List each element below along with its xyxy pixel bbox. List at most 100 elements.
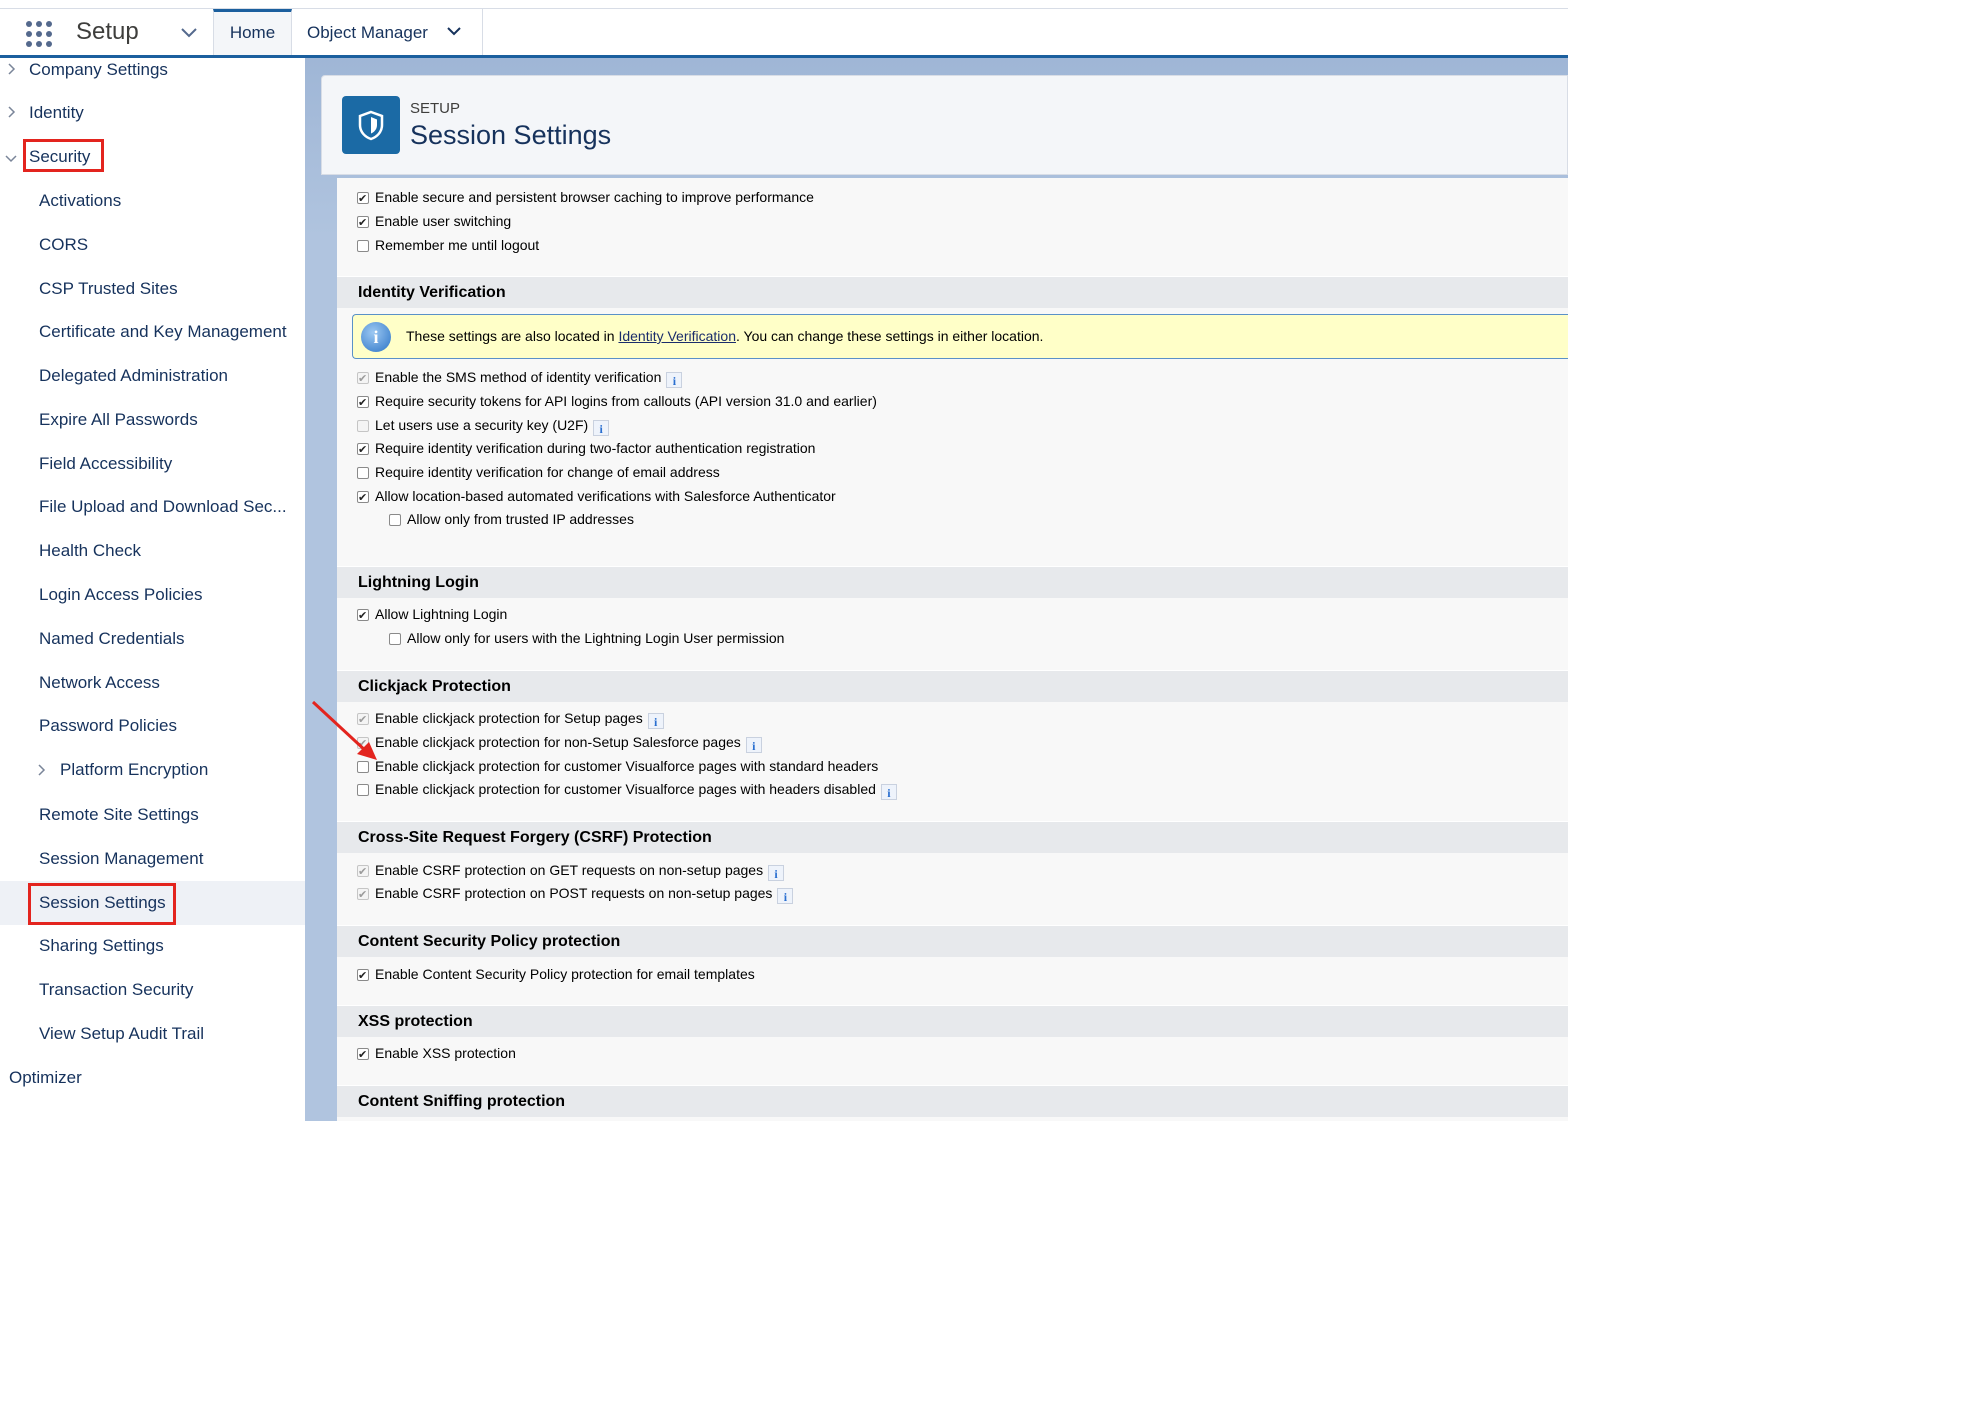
checkbox-user-switching[interactable] bbox=[357, 214, 369, 232]
setting-label: Let users use a security key (U2F) bbox=[375, 417, 589, 433]
setting-label: Enable clickjack protection for customer… bbox=[375, 781, 876, 797]
checkbox-location-based-verification[interactable] bbox=[357, 489, 369, 507]
setting-row[interactable]: Enable clickjack protection for Setup pa… bbox=[357, 709, 664, 729]
page-kicker: SETUP bbox=[410, 100, 461, 117]
info-icon[interactable]: i bbox=[777, 888, 794, 904]
chevron-down-icon[interactable] bbox=[5, 151, 17, 166]
info-icon[interactable]: i bbox=[593, 420, 610, 436]
setting-row[interactable]: Enable XSS protection bbox=[357, 1044, 516, 1064]
info-icon[interactable]: i bbox=[647, 713, 664, 729]
setting-label: Enable XSS protection bbox=[375, 1045, 516, 1061]
page-header: SETUP Session Settings bbox=[321, 75, 1568, 175]
info-icon[interactable]: i bbox=[666, 372, 683, 388]
setting-row[interactable]: Enable Content Security Policy protectio… bbox=[357, 965, 755, 985]
setting-row[interactable]: Allow Lightning Login bbox=[357, 605, 508, 625]
setting-row[interactable]: Require identity verification for change… bbox=[357, 463, 720, 481]
setting-label: Require security tokens for API logins f… bbox=[375, 393, 877, 409]
nav-optimizer[interactable]: Optimizer bbox=[9, 1068, 82, 1088]
nav-session-management[interactable]: Session Management bbox=[39, 849, 203, 869]
nav-cors[interactable]: CORS bbox=[39, 235, 88, 255]
nav-remote-site-settings[interactable]: Remote Site Settings bbox=[39, 805, 199, 825]
setup-sidebar: Company Settings Identity Security Activ… bbox=[0, 58, 305, 1121]
nav-transaction-security[interactable]: Transaction Security bbox=[39, 980, 193, 1000]
checkbox-clickjack-vf-headers-disabled[interactable] bbox=[357, 784, 369, 796]
nav-named-credentials[interactable]: Named Credentials bbox=[39, 629, 185, 649]
page-title: Session Settings bbox=[410, 120, 612, 150]
nav-platform-encryption[interactable]: Platform Encryption bbox=[60, 760, 208, 780]
chevron-down-icon[interactable] bbox=[446, 9, 462, 56]
tab-object-manager[interactable]: Object Manager bbox=[292, 9, 483, 56]
nav-certificate-key-management[interactable]: Certificate and Key Management bbox=[39, 322, 287, 342]
section-header-clickjack: Clickjack Protection bbox=[337, 670, 1568, 702]
checkbox-api-security-tokens[interactable] bbox=[357, 394, 369, 412]
nav-activations[interactable]: Activations bbox=[39, 191, 121, 211]
info-icon[interactable]: i bbox=[880, 784, 897, 800]
app-name: Setup bbox=[76, 18, 139, 45]
setting-label: Enable clickjack protection for non-Setu… bbox=[375, 734, 741, 750]
nav-csp-trusted-sites[interactable]: CSP Trusted Sites bbox=[39, 279, 178, 299]
nav-health-check[interactable]: Health Check bbox=[39, 541, 141, 561]
annotation-box-session-settings bbox=[28, 883, 176, 925]
nav-company-settings[interactable]: Company Settings bbox=[29, 60, 168, 80]
setting-row[interactable]: Allow only from trusted IP addresses bbox=[389, 510, 634, 528]
setting-row[interactable]: Enable CSRF protection on POST requests … bbox=[357, 884, 794, 904]
section-header-content-sniffing: Content Sniffing protection bbox=[337, 1085, 1568, 1117]
annotation-arrow-icon bbox=[311, 700, 377, 760]
tab-home[interactable]: Home bbox=[213, 9, 292, 56]
checkbox-xss-protection[interactable] bbox=[357, 1046, 369, 1064]
nav-file-upload-download[interactable]: File Upload and Download Sec... bbox=[39, 497, 287, 517]
setting-row[interactable]: Enable clickjack protection for customer… bbox=[357, 757, 878, 775]
setting-row[interactable]: Enable user switching bbox=[357, 212, 512, 232]
section-header-csrf: Cross-Site Request Forgery (CSRF) Protec… bbox=[337, 821, 1568, 853]
setting-row[interactable]: Enable CSRF protection on GET requests o… bbox=[357, 861, 785, 881]
setting-row[interactable]: Enable secure and persistent browser cac… bbox=[357, 188, 814, 208]
section-header-csp: Content Security Policy protection bbox=[337, 925, 1568, 957]
checkbox-csrf-post bbox=[357, 886, 369, 904]
checkbox-trusted-ip-only[interactable] bbox=[389, 514, 401, 526]
checkbox-csrf-get bbox=[357, 863, 369, 881]
chevron-down-icon[interactable] bbox=[180, 23, 198, 44]
nav-login-access-policies[interactable]: Login Access Policies bbox=[39, 585, 202, 605]
setting-label: Enable user switching bbox=[375, 213, 512, 229]
setting-row[interactable]: Allow only for users with the Lightning … bbox=[389, 629, 784, 647]
checkbox-allow-lightning-login[interactable] bbox=[357, 607, 369, 625]
nav-field-accessibility[interactable]: Field Accessibility bbox=[39, 454, 172, 474]
identity-verification-link[interactable]: Identity Verification bbox=[618, 328, 736, 344]
setting-row[interactable]: Enable the SMS method of identity verifi… bbox=[357, 368, 683, 388]
setting-label: Enable secure and persistent browser cac… bbox=[375, 189, 814, 205]
chevron-right-icon[interactable] bbox=[8, 106, 16, 121]
nav-sharing-settings[interactable]: Sharing Settings bbox=[39, 936, 164, 956]
setting-row[interactable]: Enable clickjack protection for customer… bbox=[357, 780, 897, 800]
info-icon: i bbox=[361, 322, 391, 352]
checkbox-lightning-login-permission-only[interactable] bbox=[389, 633, 401, 645]
setting-row[interactable]: Let users use a security key (U2F) i bbox=[357, 416, 610, 436]
setting-row[interactable]: Require identity verification during two… bbox=[357, 439, 815, 459]
setting-row[interactable]: Remember me until logout bbox=[357, 236, 539, 254]
setting-row[interactable]: Enable clickjack protection for non-Setu… bbox=[357, 733, 762, 753]
checkbox-email-change-verification[interactable] bbox=[357, 467, 369, 479]
checkbox-csp-email-templates[interactable] bbox=[357, 967, 369, 985]
section-header-lightning-login: Lightning Login bbox=[337, 566, 1568, 598]
checkbox-browser-caching[interactable] bbox=[357, 190, 369, 208]
chevron-right-icon[interactable] bbox=[38, 764, 46, 779]
nav-network-access[interactable]: Network Access bbox=[39, 673, 160, 693]
setting-label: Allow Lightning Login bbox=[375, 606, 508, 622]
info-icon[interactable]: i bbox=[745, 737, 762, 753]
annotation-box-security bbox=[23, 139, 104, 172]
nav-delegated-administration[interactable]: Delegated Administration bbox=[39, 366, 228, 386]
nav-expire-all-passwords[interactable]: Expire All Passwords bbox=[39, 410, 198, 430]
info-banner: i These settings are also located in Ide… bbox=[352, 314, 1568, 359]
setting-row[interactable]: Require security tokens for API logins f… bbox=[357, 392, 877, 412]
nav-view-setup-audit-trail[interactable]: View Setup Audit Trail bbox=[39, 1024, 204, 1044]
checkbox-2fa-registration[interactable] bbox=[357, 441, 369, 459]
setting-label: Enable the SMS method of identity verifi… bbox=[375, 369, 662, 385]
setting-label: Enable Content Security Policy protectio… bbox=[375, 966, 755, 982]
setting-row[interactable]: Allow location-based automated verificat… bbox=[357, 487, 836, 507]
info-icon[interactable]: i bbox=[768, 865, 785, 881]
setting-label: Remember me until logout bbox=[375, 237, 540, 253]
chevron-right-icon[interactable] bbox=[8, 63, 16, 78]
nav-identity[interactable]: Identity bbox=[29, 103, 84, 123]
checkbox-remember-me[interactable] bbox=[357, 240, 369, 252]
app-launcher-icon[interactable] bbox=[26, 21, 52, 47]
nav-password-policies[interactable]: Password Policies bbox=[39, 716, 177, 736]
